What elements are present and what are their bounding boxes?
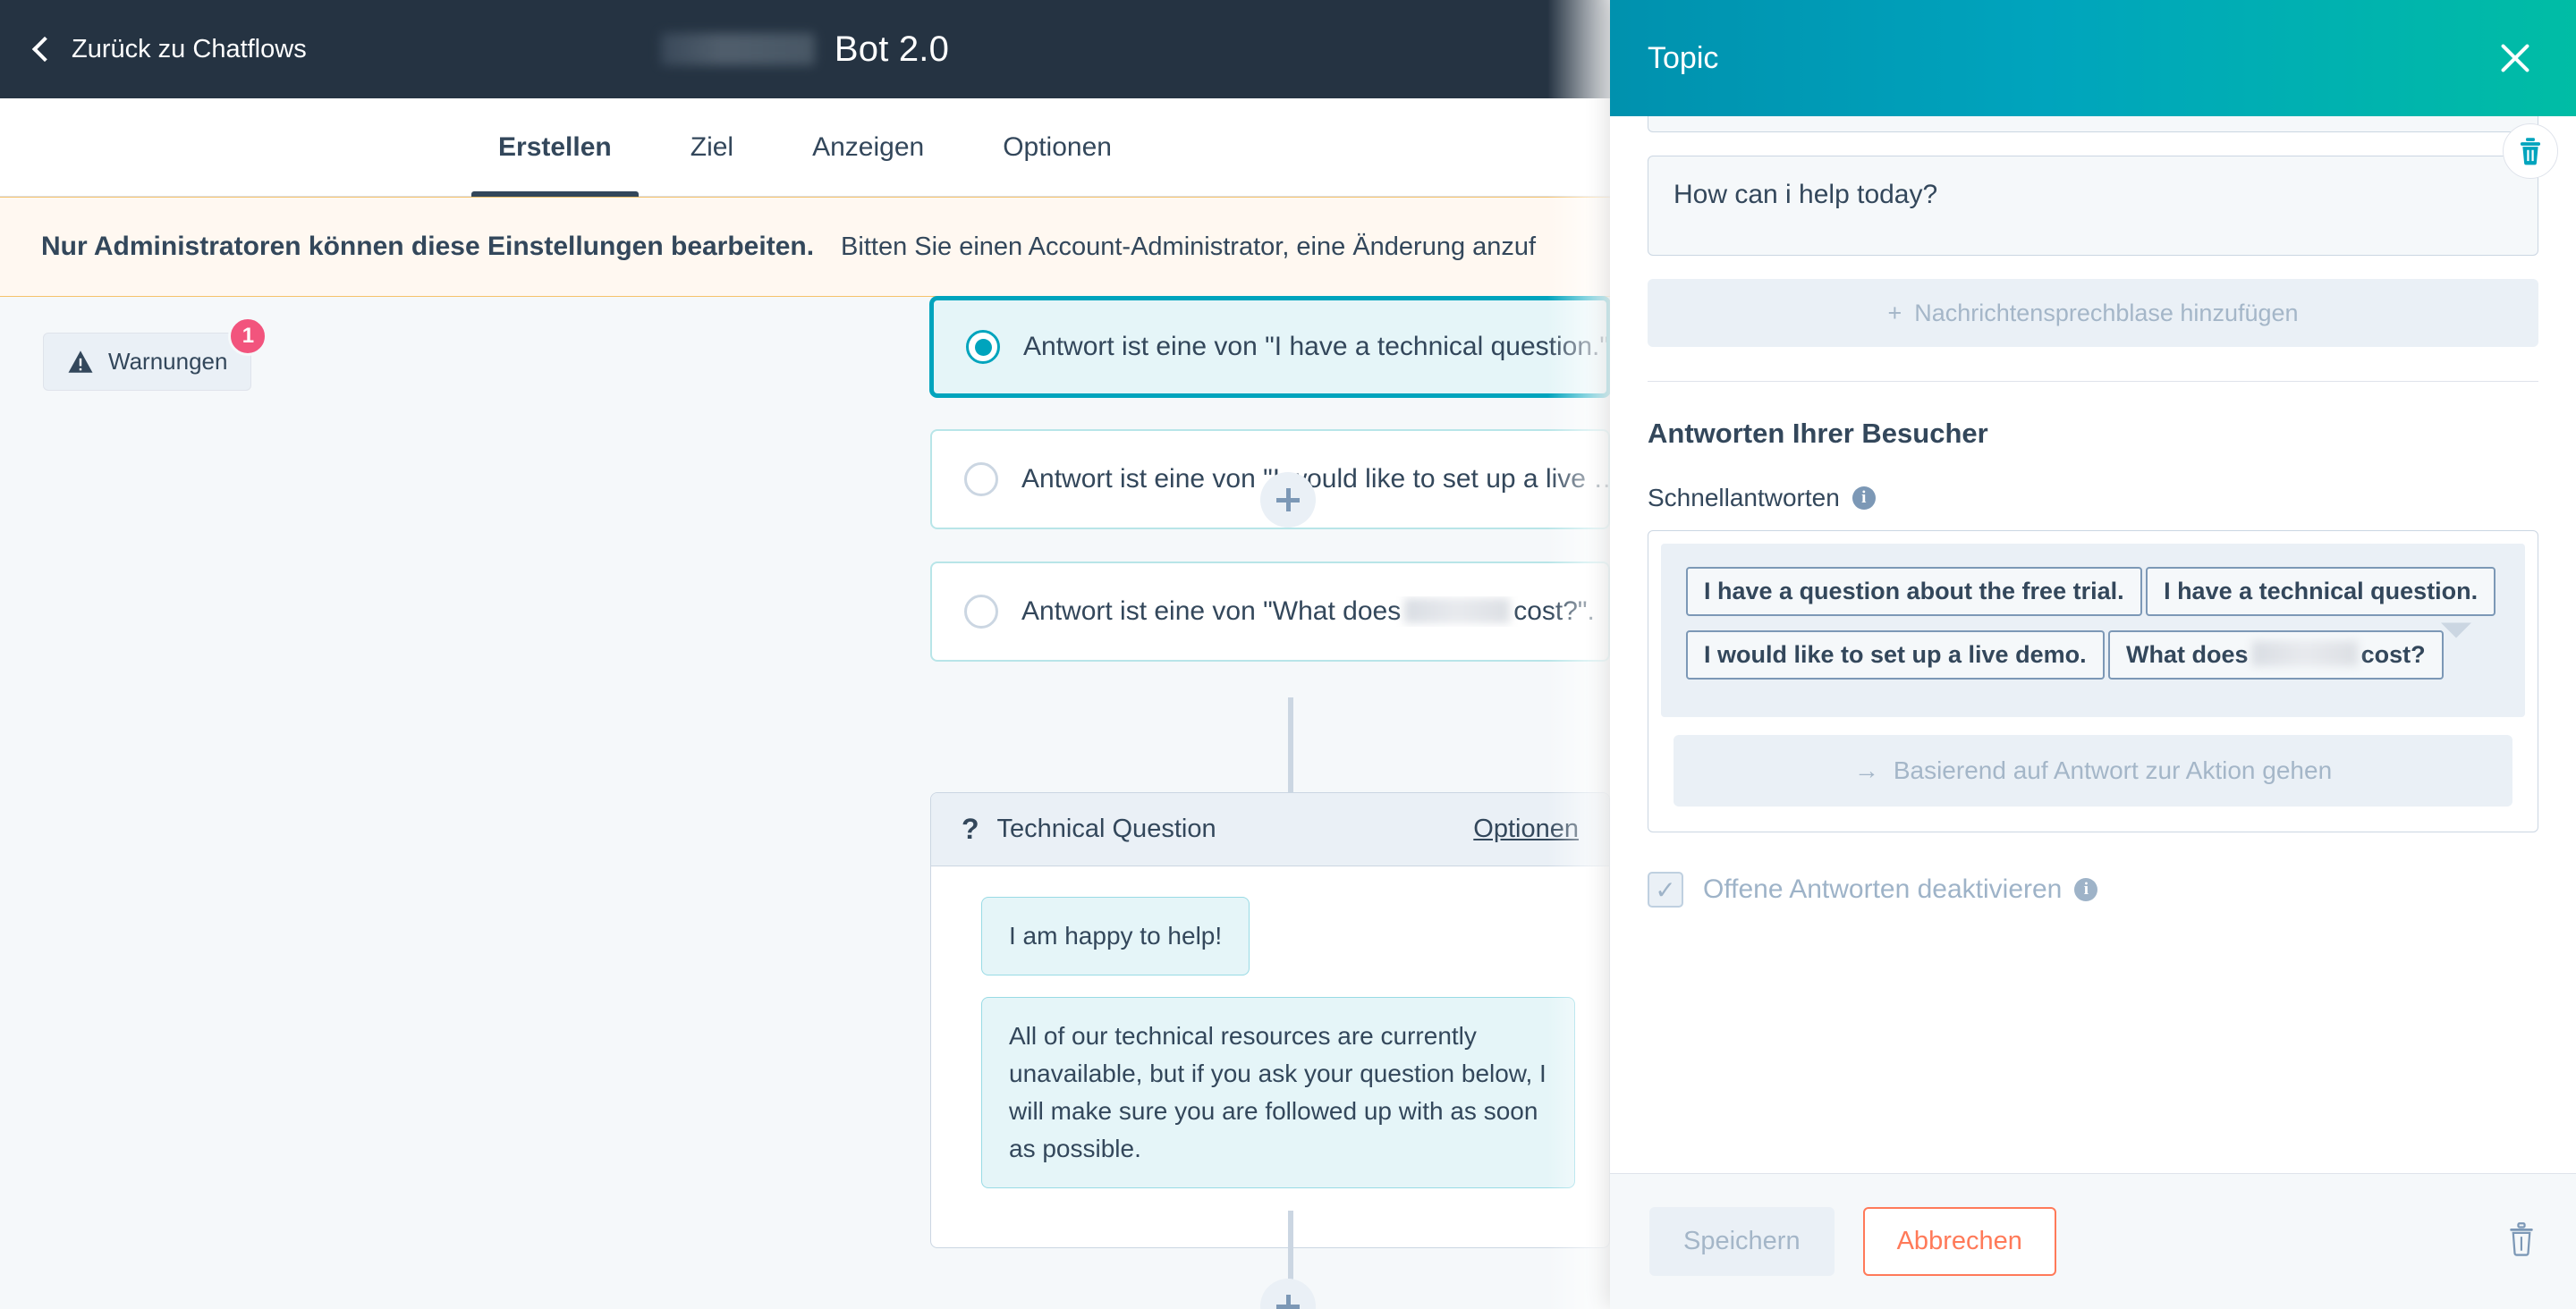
info-icon[interactable]: i (1852, 486, 1876, 510)
visitor-responses-section-title: Antworten Ihrer Besucher (1648, 418, 1988, 449)
panel-footer: Speichern Abbrechen (1610, 1173, 2576, 1309)
delete-topic-button[interactable] (2506, 1222, 2537, 1261)
quick-reply-text-after: cost? (2360, 641, 2426, 668)
quick-reply-chip[interactable]: I would like to set up a live demo. (1686, 630, 2105, 680)
chatflow-builder: Zurück zu Chatflows Bot 2.0 Erstellen Zi… (0, 0, 1610, 1309)
question-mark-icon: ? (962, 813, 979, 845)
app-root: Zurück zu Chatflows Bot 2.0 Erstellen Zi… (0, 0, 2576, 1309)
admin-banner-headline: Nur Administratoren können diese Einstel… (41, 232, 815, 261)
message-input-previous-clipped[interactable] (1648, 116, 2538, 132)
connector-line (1288, 697, 1293, 792)
flow-card-header: ? Technical Question Optionen (931, 793, 1609, 866)
add-message-bubble-label: Nachrichtensprechblase hinzufügen (1914, 299, 2299, 326)
plus-icon: + (1887, 299, 1902, 326)
admin-permission-banner: Nur Administratoren können diese Einstel… (0, 197, 1610, 297)
branch-label: Antwort ist eine von "I would like to se… (1021, 464, 1608, 494)
radio-icon-selected[interactable] (966, 330, 1000, 364)
quick-replies-list: I have a question about the free trial. … (1661, 544, 2525, 717)
page-title-text: Bot 2.0 (834, 29, 950, 69)
goto-action-label: Basierend auf Antwort zur Aktion gehen (1893, 756, 2333, 784)
quick-reply-chip-cost[interactable]: What does cost? (2108, 630, 2444, 680)
add-message-bubble-button[interactable]: + Nachrichtensprechblase hinzufügen (1648, 279, 2538, 347)
close-icon[interactable] (2494, 37, 2537, 80)
flow-card-body: I am happy to help! All of our technical… (931, 866, 1609, 1247)
quick-replies-container: I have a question about the free trial. … (1648, 530, 2538, 832)
panel-body: How can i help today? + Nachrichtensprec… (1610, 116, 2576, 1173)
message-bubble: All of our technical resources are curre… (981, 997, 1575, 1188)
message-bubble: I am happy to help! (981, 897, 1250, 975)
branch-label: Antwort ist eine von "I have a technical… (1023, 332, 1606, 361)
add-step-button-bottom[interactable] (1260, 1279, 1316, 1309)
redacted-brand-name (2251, 641, 2358, 666)
tab-erstellen-label: Erstellen (498, 132, 612, 162)
disable-open-responses-row[interactable]: ✓ Offene Antworten deaktivieren i (1648, 872, 2538, 908)
tabs-bar: Erstellen Ziel Anzeigen Optionen (0, 98, 1610, 197)
chevron-down-icon[interactable] (2441, 622, 2471, 638)
tab-erstellen[interactable]: Erstellen (459, 98, 651, 197)
checkbox-checked-icon[interactable]: ✓ (1648, 872, 1683, 908)
branch-label: Antwort ist eine von "What does cost?". (1021, 596, 1595, 627)
panel-title: Topic (1648, 40, 1719, 75)
section-divider (1648, 381, 2538, 382)
tab-ziel[interactable]: Ziel (651, 98, 773, 197)
tab-anzeigen-label: Anzeigen (812, 132, 925, 162)
tabs-list: Erstellen Ziel Anzeigen Optionen (0, 98, 1610, 197)
tab-ziel-label: Ziel (690, 132, 734, 162)
redacted-brand-name (660, 33, 815, 65)
disable-open-responses-label: Offene Antworten deaktivieren i (1703, 874, 2098, 905)
tab-optionen[interactable]: Optionen (963, 98, 1151, 197)
trash-icon (2510, 1222, 2533, 1256)
flow-card-title: Technical Question (996, 815, 1216, 843)
info-icon[interactable]: i (2074, 878, 2098, 901)
panel-header: Topic (1610, 0, 2576, 116)
arrow-right-icon: → (1853, 756, 1879, 784)
checkbox-label-text: Offene Antworten deaktivieren (1703, 874, 2063, 904)
save-button[interactable]: Speichern (1649, 1207, 1835, 1276)
branch-option-cost[interactable]: Antwort ist eine von "What does cost?". (930, 562, 1610, 662)
redacted-brand-name (1404, 598, 1511, 623)
cancel-button[interactable]: Abbrechen (1862, 1207, 2056, 1276)
branch-label-after: cost?". (1513, 596, 1595, 626)
flow-card-technical-question[interactable]: ? Technical Question Optionen I am happy… (930, 792, 1610, 1248)
radio-icon[interactable] (964, 595, 998, 629)
quick-reply-chip[interactable]: I have a question about the free trial. (1686, 567, 2142, 616)
back-link-label: Zurück zu Chatflows (72, 34, 307, 63)
quick-reply-text-before: What does (2126, 641, 2249, 668)
back-to-chatflows-link[interactable]: Zurück zu Chatflows (31, 0, 307, 98)
quick-replies-label-row: Schnellantworten i (1648, 484, 2538, 512)
branch-option-technical-question[interactable]: Antwort ist eine von "I have a technical… (930, 297, 1610, 397)
radio-icon[interactable] (964, 462, 998, 496)
add-step-button[interactable] (1260, 472, 1316, 528)
tab-anzeigen[interactable]: Anzeigen (773, 98, 963, 197)
quick-reply-chip[interactable]: I have a technical question. (2146, 567, 2496, 616)
chevron-left-icon (31, 36, 58, 62)
flow-canvas: Antwort ist eine von "I have a technical… (0, 297, 1610, 1309)
topic-edit-panel: Topic How can i help today? + Nachrichte… (1610, 0, 2576, 1309)
goto-action-button[interactable]: → Basierend auf Antwort zur Aktion gehen (1674, 735, 2512, 807)
delete-message-bubble-button[interactable] (2503, 123, 2558, 179)
trash-icon (2520, 138, 2541, 165)
message-input[interactable]: How can i help today? (1648, 156, 2538, 256)
flow-card-options-link[interactable]: Optionen (1473, 815, 1579, 844)
message-input-row: How can i help today? (1648, 123, 2558, 256)
tab-optionen-label: Optionen (1003, 132, 1112, 162)
quick-replies-label: Schnellantworten (1648, 484, 1840, 511)
admin-banner-detail: Bitten Sie einen Account-Administrator, … (841, 232, 1537, 261)
branch-label-before: Antwort ist eine von "What does (1021, 596, 1402, 626)
top-bar: Zurück zu Chatflows Bot 2.0 (0, 0, 1610, 98)
